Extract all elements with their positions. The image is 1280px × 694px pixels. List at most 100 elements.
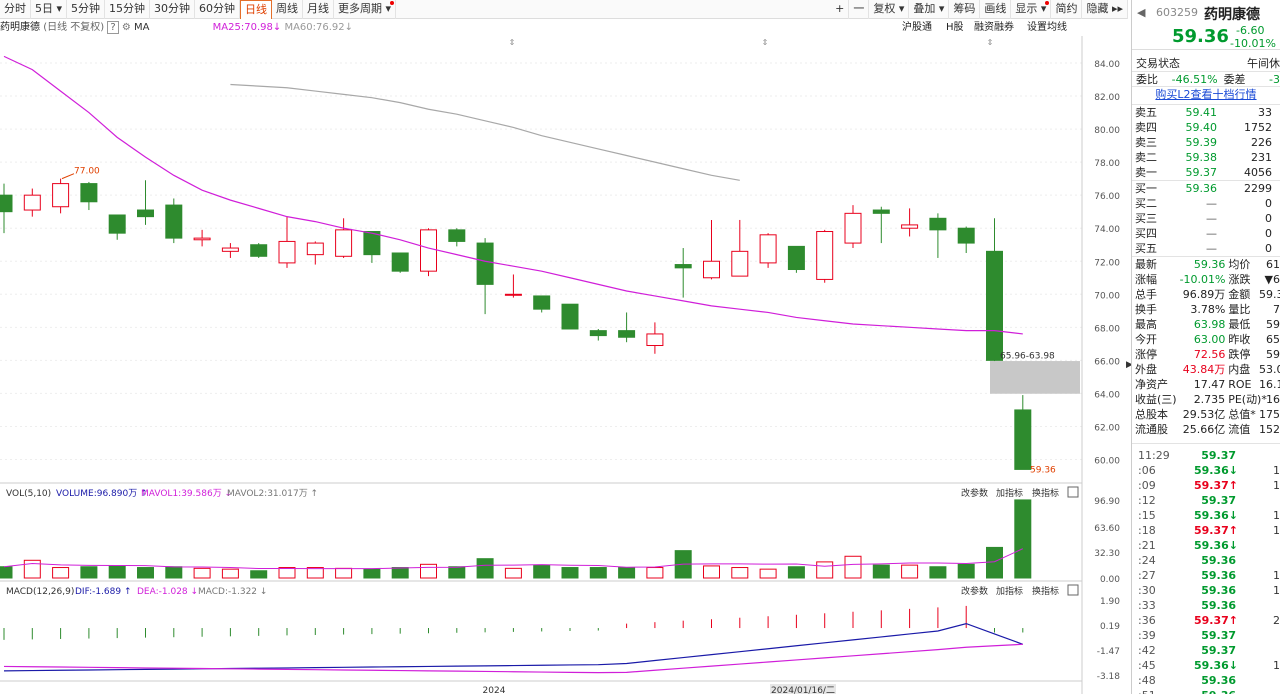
ticks-row: :39 59.37 bbox=[1138, 629, 1236, 642]
volume-bar bbox=[1014, 499, 1032, 579]
asks-row: 卖五 59.41 33 bbox=[1135, 106, 1272, 119]
margin-link[interactable]: 融资融券 bbox=[974, 20, 1014, 36]
dea-value: DEA:-1.028 ↓ bbox=[137, 587, 198, 597]
ma25-arrow-icon: ↓ bbox=[272, 22, 282, 33]
volume-value: VOLUME:96.890万 ↑ bbox=[56, 489, 148, 499]
candle-body bbox=[901, 224, 919, 229]
gear-icon[interactable]: ⚙ bbox=[122, 22, 131, 33]
toolbar-button-7[interactable]: 简约 bbox=[1051, 0, 1083, 19]
volume-bar bbox=[0, 566, 13, 579]
tab-3[interactable]: 15分钟 bbox=[105, 0, 151, 19]
volume-bar bbox=[618, 567, 636, 579]
toolbar-button-5[interactable]: 画线 bbox=[980, 0, 1012, 19]
toolbar-button-0[interactable]: + bbox=[831, 0, 850, 19]
ticks-row: :48 59.36 bbox=[1138, 674, 1236, 687]
volume-bar bbox=[901, 564, 919, 579]
candle-body bbox=[250, 244, 268, 257]
tab-7[interactable]: 周线 bbox=[272, 0, 304, 19]
candle-body bbox=[137, 209, 154, 218]
toolbar-button-3[interactable]: 叠加 ▾ bbox=[909, 0, 950, 19]
weibi-row: 委比 -46.51% 委差 -3 bbox=[1132, 71, 1280, 86]
ticks-row: :5159.36 bbox=[1132, 688, 1280, 694]
add-indicator-button: 加指标 bbox=[996, 487, 1023, 499]
candle-body bbox=[646, 333, 664, 347]
volume-bar bbox=[391, 567, 409, 579]
y-tick-label: 62.00 bbox=[1094, 423, 1120, 433]
high-pointer bbox=[61, 173, 75, 180]
bids-row: 买三 —0 bbox=[1135, 212, 1272, 225]
stock-title: 药明康德 bbox=[1204, 7, 1260, 23]
toolbar-button-6[interactable]: 显示 ▾ bbox=[1011, 0, 1052, 19]
candle-body bbox=[165, 204, 183, 239]
volume-bar bbox=[731, 567, 749, 579]
gap-label: 65.96-63.98 bbox=[1000, 351, 1055, 361]
volume-bar bbox=[504, 567, 522, 579]
candle-body bbox=[816, 231, 834, 280]
stock-chart[interactable]: 84.00 82.00 80.00 78.00 76.00 74.00 72.00 70.00… bbox=[0, 36, 1126, 694]
back-icon[interactable]: ◀ bbox=[1137, 6, 1145, 19]
toolbar-button-4[interactable]: 筹码 bbox=[949, 0, 981, 19]
tab-2[interactable]: 5分钟 bbox=[67, 0, 106, 19]
set-ma-button[interactable]: 设置均线 bbox=[1027, 20, 1067, 36]
stats-table: 最新59.36均价61 涨幅-10.01%涨跌▼6 总手96.89万金额59.3 换手… bbox=[1132, 256, 1280, 437]
help-icon[interactable]: ? bbox=[107, 21, 119, 34]
h-share-link[interactable]: H股 bbox=[946, 20, 964, 36]
tick-list[interactable]: 11:29 59.37:06 59.36↓ 1:09 59.37↑ 1:12 59.37:1… bbox=[1132, 443, 1280, 694]
stock-name: 药明康德 bbox=[0, 22, 40, 33]
ma25-value: MA25:70.98 bbox=[212, 22, 273, 33]
y-tick-label: 70.00 bbox=[1094, 291, 1120, 301]
tab-0[interactable]: 分时 bbox=[0, 0, 31, 19]
volume-bar bbox=[80, 566, 98, 579]
vol-tick-label: 0.00 bbox=[1100, 575, 1120, 585]
candle-body bbox=[986, 250, 1003, 361]
volume-bar bbox=[137, 567, 154, 579]
hk-connect-link[interactable]: 沪股通 bbox=[902, 20, 932, 36]
stats-row: 收益(三) 2.735 PE(动)* 16 bbox=[1135, 393, 1280, 406]
ticks-row: :33 59.36 bbox=[1138, 599, 1236, 612]
tab-8[interactable]: 月线 bbox=[303, 0, 335, 19]
ticks-row: :06 59.36↓ 1 bbox=[1138, 464, 1280, 477]
candle-body bbox=[1014, 409, 1032, 470]
volume-bar bbox=[278, 567, 296, 579]
y-tick-label: 82.00 bbox=[1094, 93, 1120, 103]
candle-body bbox=[533, 295, 551, 310]
mavol1-line bbox=[3, 548, 1024, 570]
candle-body bbox=[476, 242, 494, 285]
asks-row: 卖三 59.39 226 bbox=[1135, 136, 1272, 149]
candle-body bbox=[335, 229, 353, 257]
volume-bar bbox=[929, 566, 947, 579]
price-info-bar: 药明康德 (日线 不复权) ? ⚙ MA MA25:70.98↓ MA60:76… bbox=[0, 20, 1080, 36]
macd-value: MACD:-1.322 ↓ bbox=[198, 587, 267, 597]
tab-1[interactable]: 5日 ▾ bbox=[31, 0, 68, 19]
volume-bar bbox=[844, 555, 862, 579]
year-label: 2024 bbox=[483, 686, 506, 694]
candle-body bbox=[448, 229, 466, 242]
toolbar-button-1[interactable]: 一 bbox=[849, 0, 870, 19]
volume-bar bbox=[448, 566, 466, 579]
event-marker-icon: ⇕ bbox=[509, 38, 516, 47]
candle-body bbox=[23, 194, 41, 211]
bids-row: 买二 —0 bbox=[1135, 197, 1272, 210]
toolbar-button-8[interactable]: 隐藏 ▸▸ bbox=[1082, 0, 1128, 19]
toolbar-button-2[interactable]: 复权 ▾ bbox=[869, 0, 910, 19]
bids-row: 买四 —0 bbox=[1135, 227, 1272, 240]
ma60-line bbox=[230, 83, 740, 181]
y-tick-label: 80.00 bbox=[1094, 126, 1120, 136]
dif-value: DIF:-1.689 ↑ bbox=[75, 587, 132, 597]
tab-9[interactable]: 更多周期 ▾ bbox=[334, 0, 397, 19]
buy-l2-link[interactable]: 购买L2查看十档行情 bbox=[1132, 86, 1280, 101]
y-tick-label: 64.00 bbox=[1094, 390, 1120, 400]
macd-tick-label: 0.19 bbox=[1100, 622, 1120, 632]
tab-4[interactable]: 30分钟 bbox=[150, 0, 196, 19]
vol-tick-label: 32.30 bbox=[1094, 549, 1120, 559]
candle-body bbox=[674, 264, 692, 269]
volume-bar bbox=[957, 563, 975, 579]
macd-tick-label: 1.90 bbox=[1100, 597, 1120, 607]
quote-panel: ◀ 603259 药明康德 59.36 -6.60 -10.01% 交易状态 午间… bbox=[1131, 0, 1280, 694]
volume-bar bbox=[363, 568, 381, 579]
price-change-pct: -10.01% bbox=[1230, 37, 1276, 50]
tab-5[interactable]: 60分钟 bbox=[195, 0, 241, 19]
tab-6[interactable]: 日线 bbox=[240, 0, 273, 19]
candle-body bbox=[52, 183, 70, 208]
ask-book: 卖五 59.41 33 卖四 59.40 1752 卖三 59.39 226 卖二 59.38 231… bbox=[1132, 104, 1280, 180]
